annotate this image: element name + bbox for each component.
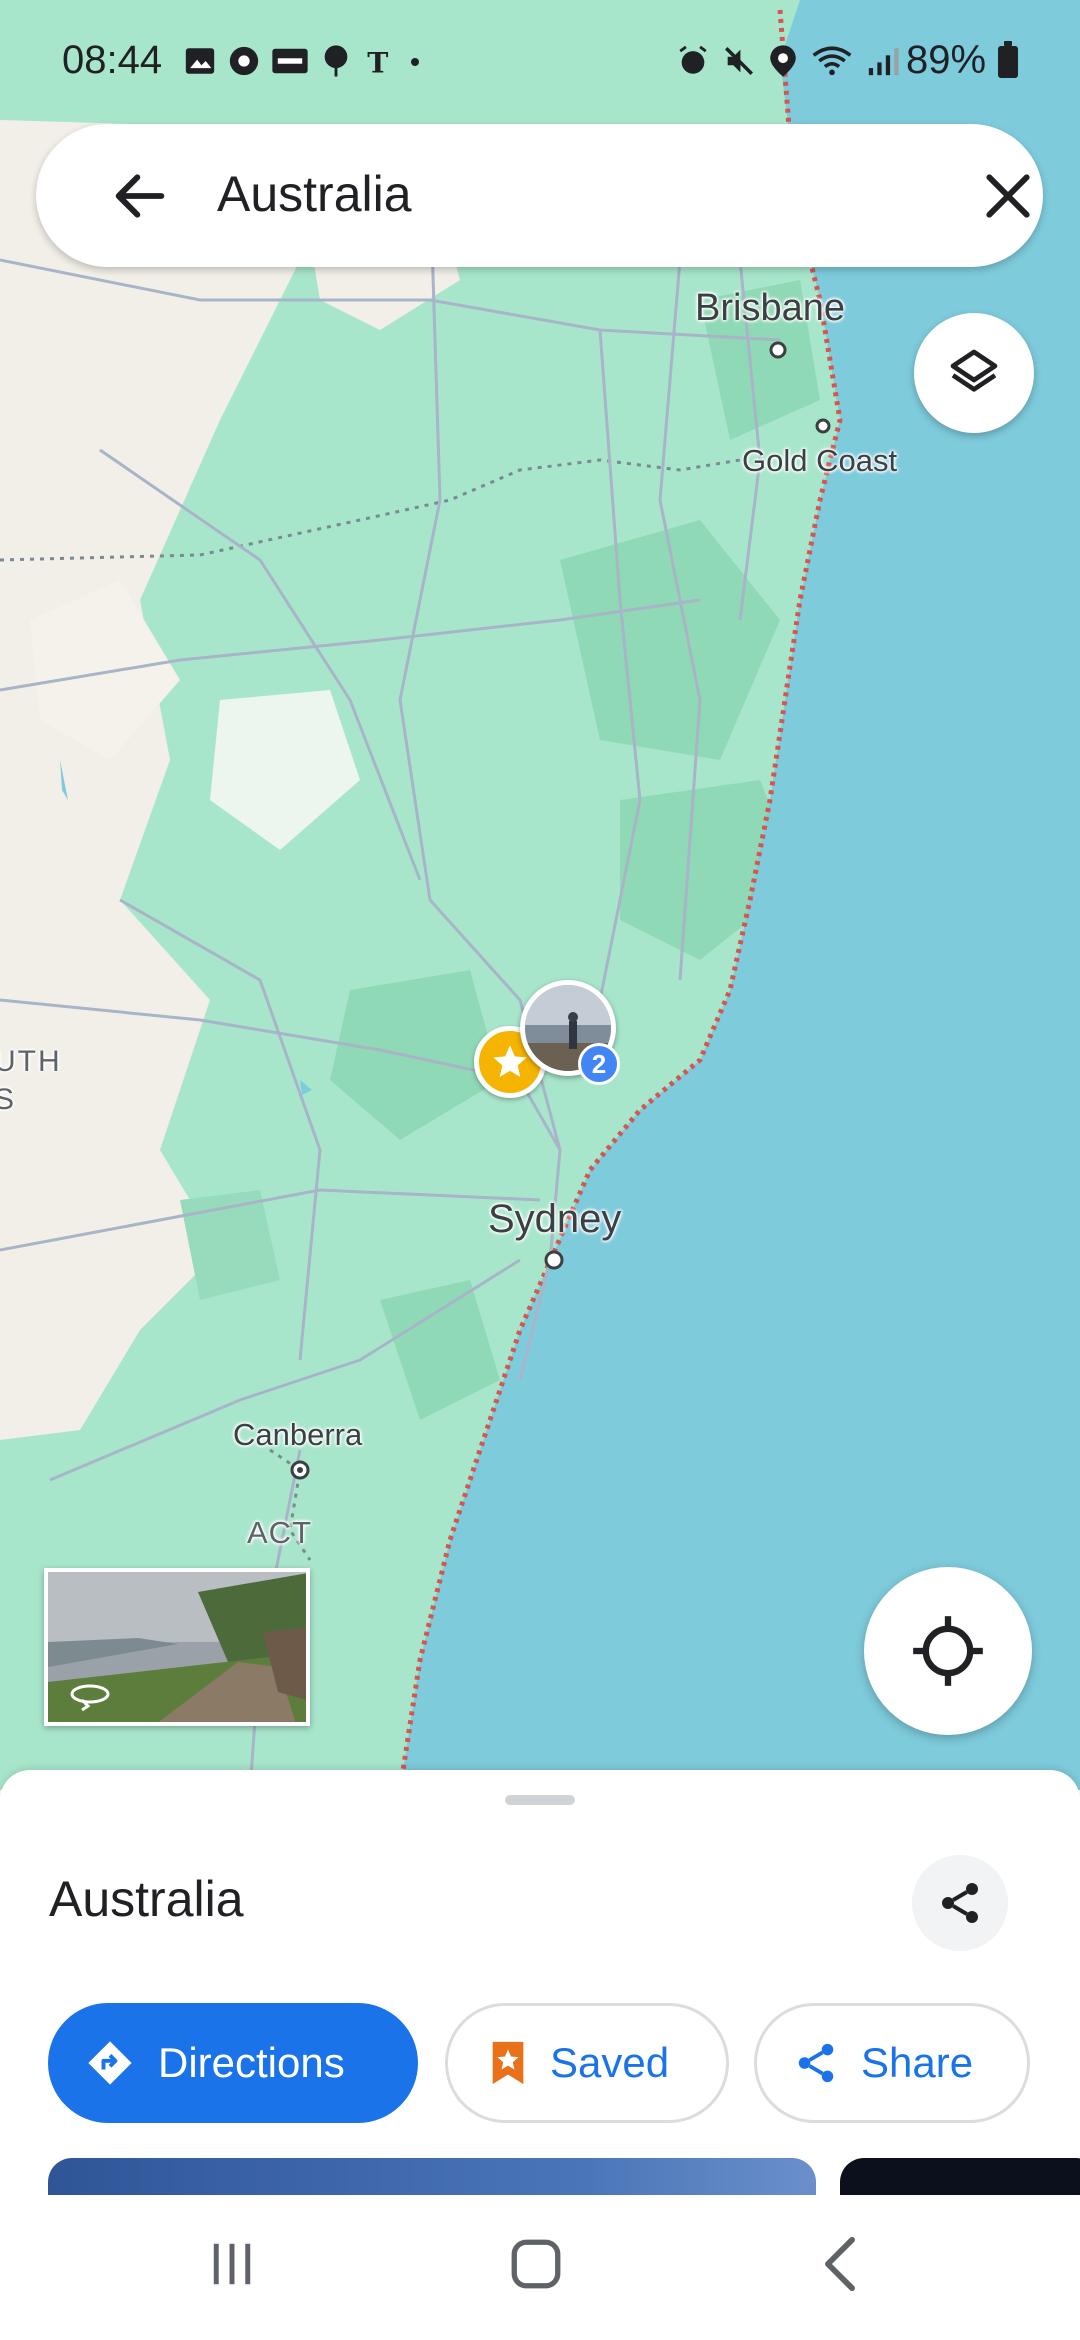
share-button[interactable]: Share xyxy=(754,2003,1030,2123)
bookmark-star-icon xyxy=(488,2040,528,2086)
photo-count-badge: 2 xyxy=(578,1043,620,1085)
place-title: Australia xyxy=(49,1871,244,1927)
map-label-act: ACT xyxy=(247,1515,312,1550)
gallery-icon xyxy=(185,48,215,74)
my-location-button[interactable] xyxy=(864,1567,1032,1735)
rotate-360-icon xyxy=(70,1684,110,1712)
place-bottom-sheet[interactable]: Australia Directions Saved Share xyxy=(0,1770,1080,2195)
map-layers-button[interactable] xyxy=(914,313,1034,433)
recents-icon[interactable] xyxy=(205,2237,259,2291)
map-canvas[interactable]: Brisbane Gold Coast Sydney Canberra ACT … xyxy=(0,0,1080,1790)
arrow-left-icon[interactable] xyxy=(108,164,172,228)
home-icon[interactable] xyxy=(507,2235,565,2293)
share-label: Share xyxy=(861,2039,974,2086)
map-label-brisbane[interactable]: Brisbane xyxy=(695,287,845,330)
battery-icon xyxy=(998,41,1018,78)
search-query-text[interactable]: Australia xyxy=(217,165,412,223)
saved-label: Saved xyxy=(550,2039,670,2086)
map-label-sydney[interactable]: Sydney xyxy=(488,1197,621,1242)
signal-icon xyxy=(868,48,899,76)
map-label-canberra[interactable]: Canberra xyxy=(233,1417,362,1453)
place-photo[interactable] xyxy=(840,2158,1080,2195)
directions-label: Directions xyxy=(158,2039,345,2086)
nyt-icon: T xyxy=(367,45,388,78)
news-icon xyxy=(272,48,308,74)
mute-icon xyxy=(724,46,754,76)
street-view-thumbnail[interactable] xyxy=(44,1568,310,1726)
close-icon[interactable] xyxy=(976,164,1040,228)
directions-button[interactable]: Directions xyxy=(48,2003,418,2123)
status-bar: 08:44 T 89% xyxy=(0,30,1080,96)
location-pin-icon xyxy=(770,45,796,77)
directions-icon xyxy=(84,2037,136,2089)
wifi-icon xyxy=(812,46,852,76)
alarm-icon xyxy=(679,45,707,74)
share-icon xyxy=(942,1883,978,1923)
search-bar[interactable]: Australia xyxy=(36,124,1043,267)
sync-icon xyxy=(229,46,259,76)
tree-icon xyxy=(324,45,348,77)
crosshair-location-icon xyxy=(913,1616,983,1686)
share-icon-button[interactable] xyxy=(912,1855,1008,1951)
map-label-region-partial: UTH S xyxy=(0,1045,62,1116)
sheet-drag-handle[interactable] xyxy=(505,1795,575,1805)
dot-icon xyxy=(411,58,419,66)
svg-text:T: T xyxy=(367,45,388,78)
battery-percentage: 89% xyxy=(906,38,987,82)
map-label-gold-coast[interactable]: Gold Coast xyxy=(742,443,897,479)
saved-button[interactable]: Saved xyxy=(445,2003,729,2123)
status-time: 08:44 xyxy=(62,38,163,82)
layers-icon xyxy=(950,349,998,392)
nav-back-icon[interactable] xyxy=(818,2235,862,2293)
place-photo[interactable] xyxy=(48,2158,816,2195)
system-nav-bar xyxy=(0,2195,1080,2340)
share-icon xyxy=(793,2040,839,2086)
